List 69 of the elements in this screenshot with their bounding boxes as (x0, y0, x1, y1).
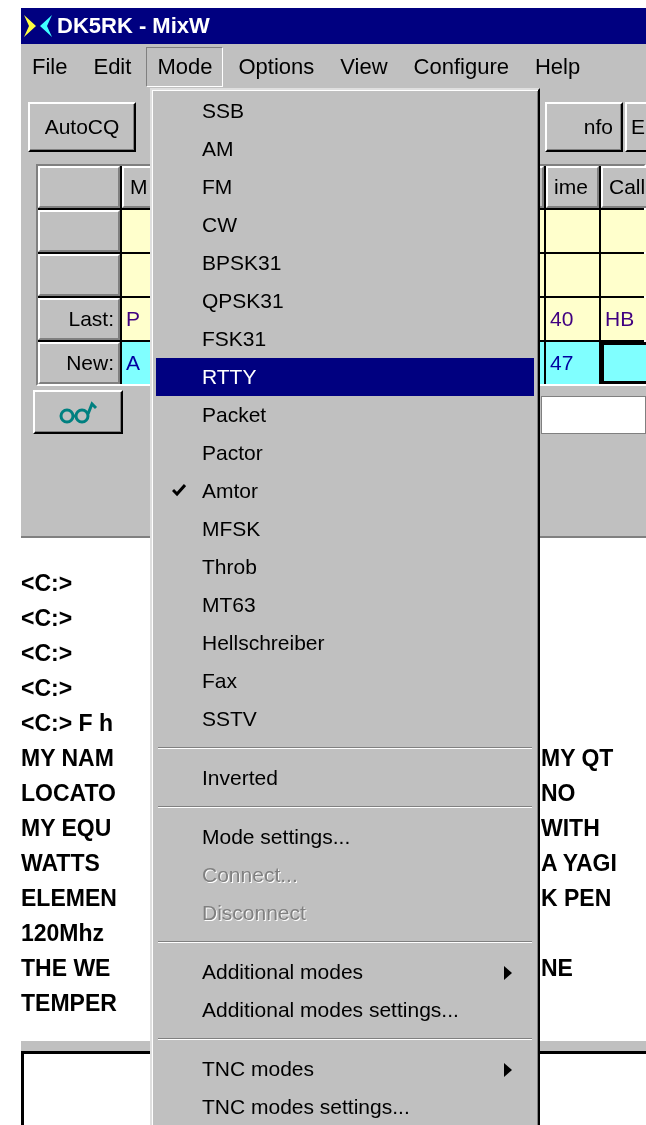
text-line: LOCATO (21, 779, 117, 808)
table-cell[interactable] (546, 210, 599, 252)
table-cell[interactable]: 40 (546, 298, 599, 340)
menu-item[interactable]: TNC modes settings... (156, 1088, 534, 1125)
menu-item[interactable]: View (329, 47, 399, 87)
text-line: MY EQU (21, 814, 113, 843)
input-field[interactable] (541, 396, 646, 434)
text-line: <C:> (21, 674, 74, 703)
column-header: ime (546, 166, 599, 208)
menu-item[interactable]: Options (227, 47, 326, 87)
table-cell[interactable] (601, 254, 646, 296)
table-cell[interactable] (546, 254, 599, 296)
menu-item[interactable]: File (21, 47, 79, 87)
text-line: WITH (541, 814, 600, 843)
menu-item[interactable]: RTTY (156, 358, 534, 396)
menu-item[interactable]: Edit (82, 47, 143, 87)
menu-item[interactable]: Additional modes settings... (156, 991, 534, 1029)
text-line: TEMPER (21, 989, 118, 1018)
menu-item[interactable]: SSB (156, 92, 534, 130)
row-header: Last: (38, 298, 120, 340)
table-cell[interactable] (601, 210, 646, 252)
text-line: THE WE (21, 954, 112, 983)
toolbar-button[interactable]: E (625, 102, 646, 152)
menu-item[interactable]: CW (156, 206, 534, 244)
menu-item[interactable]: MT63 (156, 586, 534, 624)
window-title: DK5RK - MixW (57, 13, 210, 39)
menu-item[interactable]: Pactor (156, 434, 534, 472)
text-line: <C:> F h (21, 709, 114, 738)
toolbar-button[interactable]: nfo (545, 102, 623, 152)
text-line: A YAGI (541, 849, 617, 878)
menu-item[interactable]: Inverted (156, 759, 534, 797)
menu-item[interactable]: Mode (146, 47, 224, 87)
text-line: MY NAM (21, 744, 115, 773)
app-logo-icon (23, 13, 53, 39)
text-line: ELEMEN (21, 884, 118, 913)
menu-item[interactable]: SSTV (156, 700, 534, 738)
autocq-button[interactable]: AutoCQ (28, 102, 136, 152)
menu-item[interactable]: Help (523, 47, 592, 87)
menu-item[interactable]: Additional modes (156, 953, 534, 991)
column-header: Call (601, 166, 646, 208)
text-line: <C:> (21, 604, 74, 633)
menu-item[interactable]: FM (156, 168, 534, 206)
text-line: NO (541, 779, 576, 808)
row-header: New: (38, 342, 120, 384)
text-line: K PEN (541, 884, 612, 913)
menu-item[interactable]: QPSK31 (156, 282, 534, 320)
view-button[interactable] (33, 390, 123, 434)
text-line: NE (541, 954, 573, 983)
menu-item[interactable]: Amtor (156, 472, 534, 510)
menu-item[interactable]: Mode settings... (156, 818, 534, 856)
text-line: WATTS (21, 849, 101, 878)
table-cell[interactable]: HB (601, 298, 646, 340)
menu-item[interactable]: TNC modes (156, 1050, 534, 1088)
menu-item[interactable]: Packet (156, 396, 534, 434)
menu-item[interactable]: MFSK (156, 510, 534, 548)
text-line: <C:> (21, 639, 74, 668)
glasses-icon (58, 398, 98, 426)
text-line: <C:> (21, 569, 74, 598)
text-line: MY QT (541, 744, 614, 773)
menu-item[interactable]: Fax (156, 662, 534, 700)
menu-item[interactable]: Throb (156, 548, 534, 586)
menu-item[interactable]: FSK31 (156, 320, 534, 358)
table-cell[interactable]: 47 (546, 342, 599, 384)
table-cell[interactable] (601, 342, 646, 384)
menu-item[interactable]: AM (156, 130, 534, 168)
menu-item[interactable]: BPSK31 (156, 244, 534, 282)
menu-item[interactable]: Hellschreiber (156, 624, 534, 662)
menu-item[interactable]: Configure (402, 47, 520, 87)
text-line: 120Mhz (21, 919, 106, 948)
